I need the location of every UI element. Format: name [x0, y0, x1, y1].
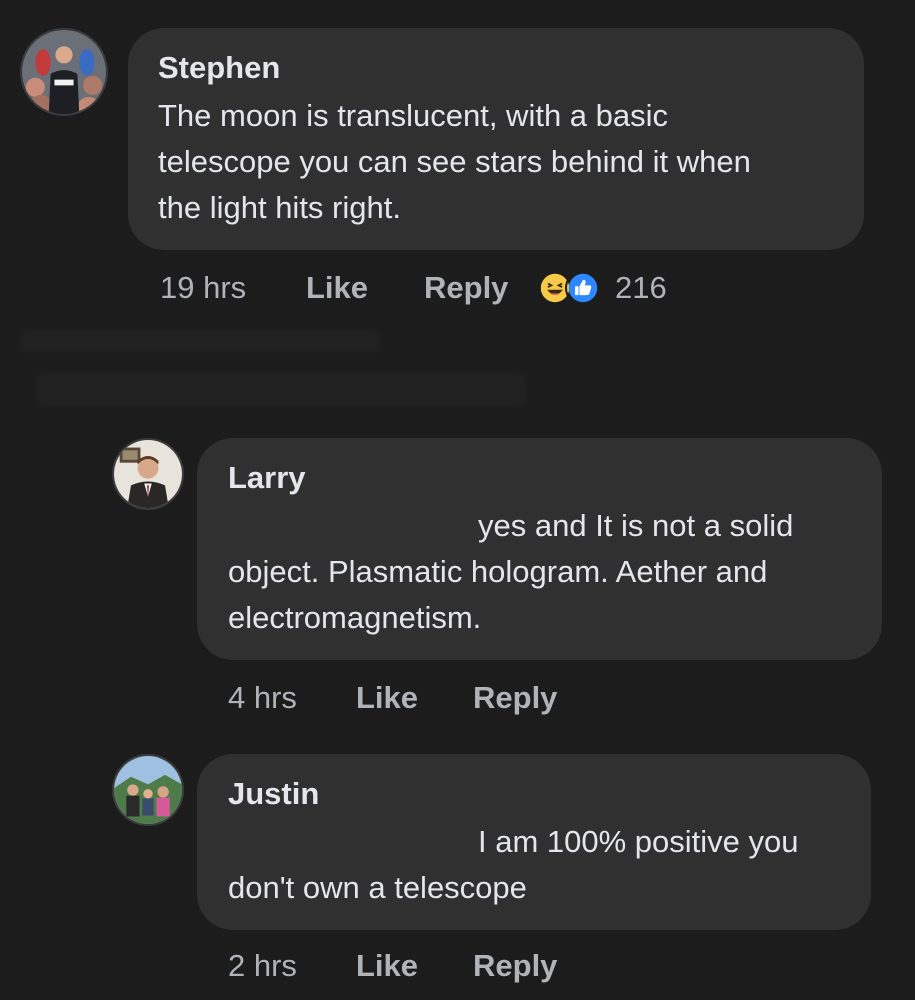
profile-photo-icon: [22, 30, 106, 114]
like-button[interactable]: Like: [306, 270, 368, 306]
reaction-summary[interactable]: 216: [537, 270, 667, 306]
comment-author[interactable]: Larry: [228, 460, 306, 496]
comment-timestamp: 19 hrs: [160, 270, 247, 305]
comment-text-line: don't own a telescope: [228, 870, 527, 905]
reply-button[interactable]: Reply: [424, 270, 508, 306]
comment-timestamp: 2 hrs: [228, 948, 297, 983]
comment-text-line: electromagnetism.: [228, 600, 482, 635]
profile-photo-icon: [114, 756, 182, 824]
comment-text-line: object. Plasmatic hologram. Aether and: [228, 554, 768, 589]
comment-author[interactable]: Justin: [228, 776, 319, 812]
blurred-region: [20, 330, 380, 352]
reaction-count: 216: [615, 270, 667, 305]
avatar-stephen[interactable]: [20, 28, 108, 116]
comment-text-line: I am 100% positive you: [478, 824, 799, 859]
reply-button[interactable]: Reply: [473, 680, 557, 716]
comment-text-line: yes and It is not a solid: [478, 508, 794, 543]
comment-timestamp: 4 hrs: [228, 680, 297, 715]
like-button[interactable]: Like: [356, 680, 418, 716]
avatar-larry[interactable]: [112, 438, 184, 510]
reply-button[interactable]: Reply: [473, 948, 557, 984]
comment-text-line: The moon is translucent, with a basic: [158, 98, 669, 133]
comment-thread: Stephen The moon is translucent, with a …: [0, 0, 915, 1000]
like-icon: [565, 270, 601, 306]
like-button[interactable]: Like: [356, 948, 418, 984]
comment-author[interactable]: Stephen: [158, 50, 280, 86]
avatar-justin[interactable]: [112, 754, 184, 826]
blurred-region: [36, 372, 526, 406]
comment-text-line: the light hits right.: [158, 190, 401, 225]
profile-photo-icon: [114, 440, 182, 508]
comment-text-line: telescope you can see stars behind it wh…: [158, 144, 751, 179]
